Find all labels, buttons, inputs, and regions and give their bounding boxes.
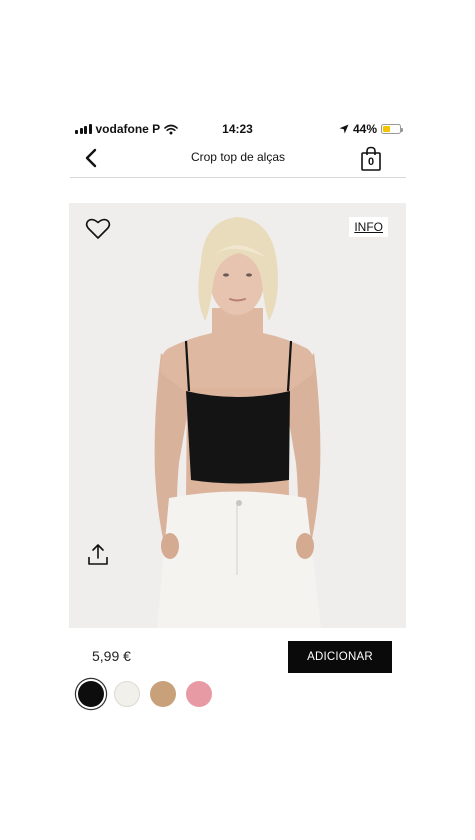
color-swatches bbox=[78, 681, 212, 707]
battery-level bbox=[383, 126, 391, 132]
color-swatch-pink[interactable] bbox=[186, 681, 212, 707]
page-title: Crop top de alças bbox=[190, 150, 286, 164]
nav-bar: Crop top de alças 0 bbox=[70, 142, 406, 178]
status-bar-right: 44% bbox=[339, 122, 403, 136]
color-swatch-white[interactable] bbox=[114, 681, 140, 707]
location-arrow-icon bbox=[339, 124, 349, 134]
add-to-cart-button[interactable]: ADICIONAR bbox=[288, 641, 392, 673]
bag-count: 0 bbox=[367, 156, 375, 168]
share-icon bbox=[88, 544, 108, 565]
color-swatch-black[interactable] bbox=[78, 681, 104, 707]
share-button[interactable] bbox=[87, 543, 109, 567]
clock: 14:23 bbox=[222, 122, 253, 136]
color-swatch-beige[interactable] bbox=[150, 681, 176, 707]
product-photo bbox=[154, 217, 321, 628]
product-price: 5,99 € bbox=[92, 648, 131, 664]
battery-percent: 44% bbox=[352, 122, 377, 136]
info-button[interactable]: INFO bbox=[349, 217, 388, 237]
shopping-bag-button[interactable]: 0 bbox=[360, 146, 382, 172]
status-bar: vodafone P 14:23 44% bbox=[0, 118, 475, 140]
heart-icon bbox=[85, 218, 111, 239]
battery-icon bbox=[381, 124, 403, 134]
product-image[interactable]: INFO bbox=[69, 203, 406, 628]
favorite-button[interactable] bbox=[85, 217, 111, 241]
